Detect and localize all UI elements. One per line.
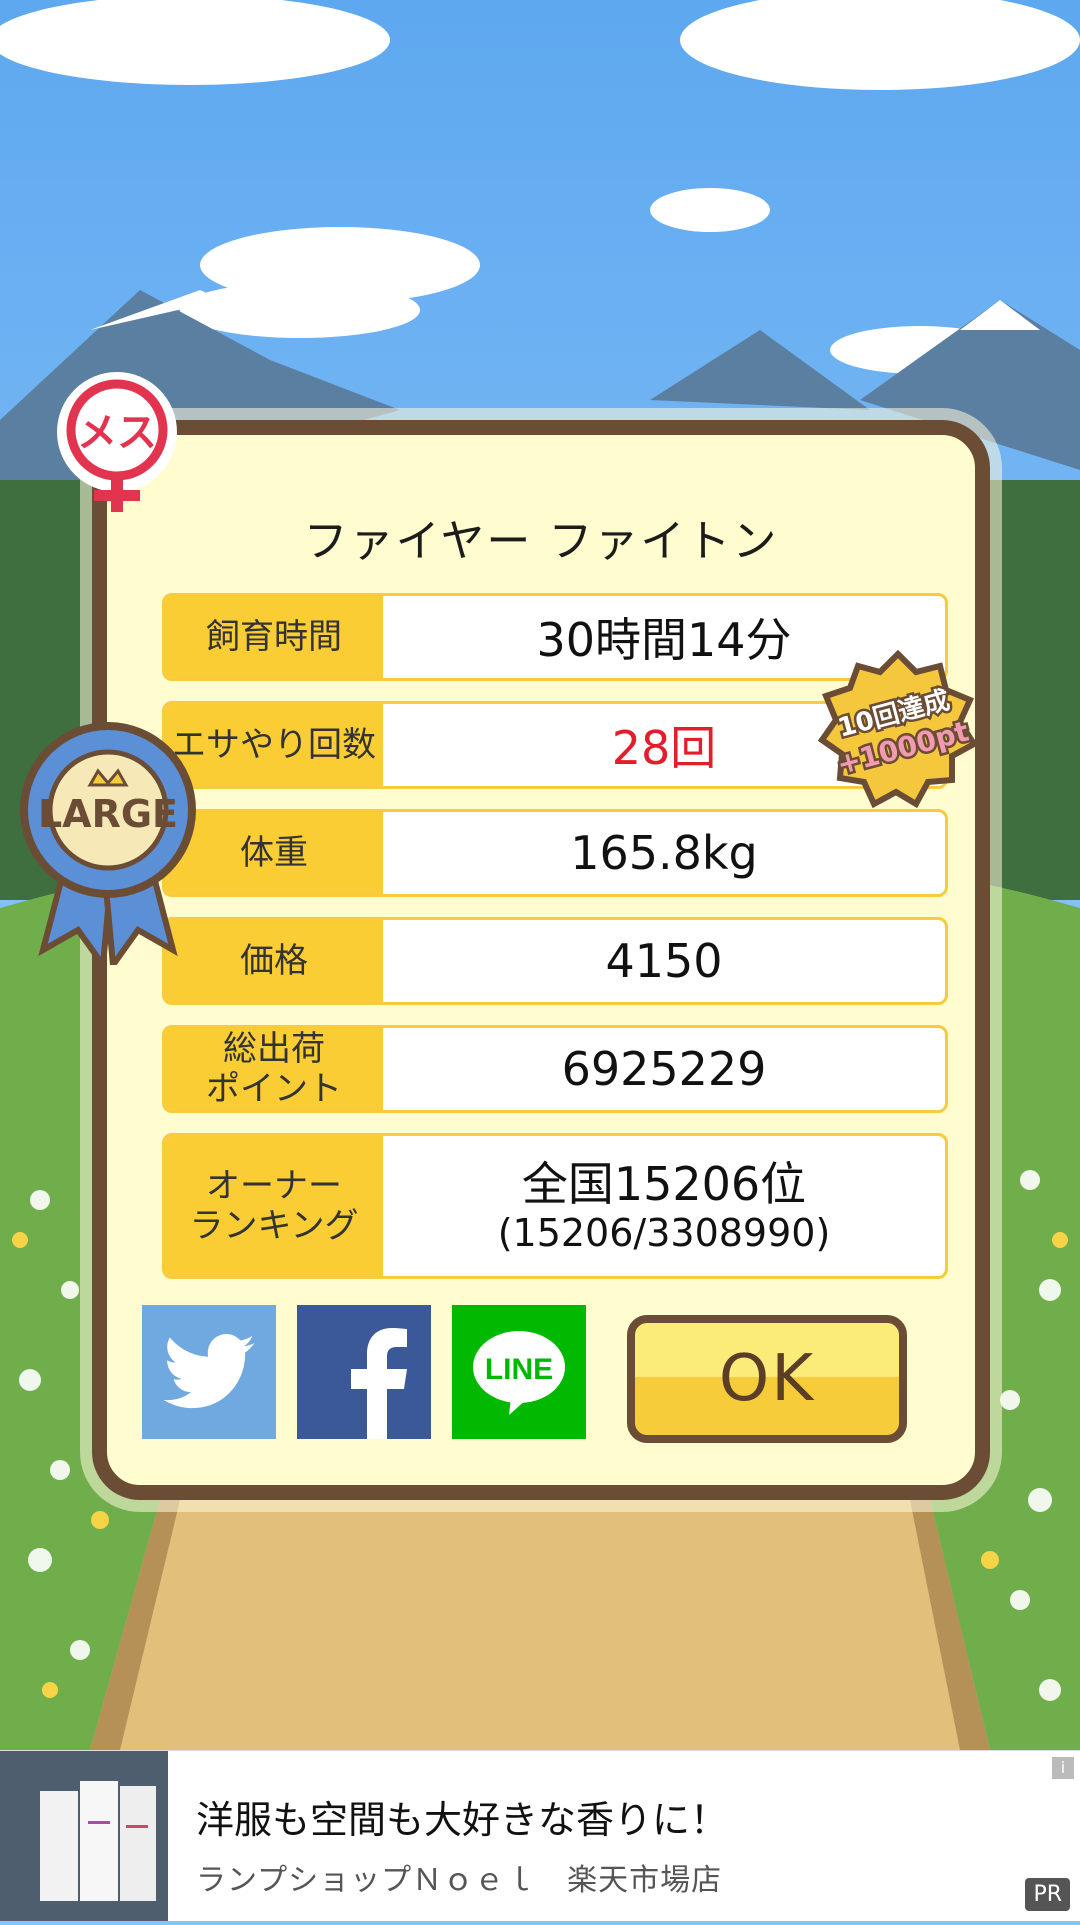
facebook-icon: [351, 1328, 407, 1439]
line-icon: LINE: [473, 1331, 565, 1415]
ranking-sub: (15206/3308990): [497, 1211, 831, 1255]
ranking-main: 全国15206位: [521, 1157, 807, 1211]
bonus-achievement-badge: 10回達成 +1000pt: [817, 649, 979, 810]
stat-label: 飼育時間: [165, 596, 383, 678]
twitter-icon: [163, 1334, 255, 1409]
stat-value: 6925229: [561, 1042, 767, 1096]
stat-row-owner-ranking: オーナー ランキング 全国15206位 (15206/3308990): [162, 1133, 948, 1279]
stat-row-weight: 体重 165.8kg: [162, 809, 948, 897]
ad-info-icon[interactable]: i: [1052, 1757, 1074, 1779]
large-size-ribbon: LARGE: [18, 715, 198, 974]
stat-value: 全国15206位 (15206/3308990): [383, 1136, 945, 1276]
result-dialog: ファイヤー ファイトン 飼育時間 30時間14分 エサやり回数 28回 体重 1…: [92, 420, 990, 1500]
dialog-title: ファイヤー ファイトン: [303, 516, 779, 567]
female-badge: メス: [52, 372, 182, 522]
svg-text:LARGE: LARGE: [38, 792, 178, 836]
stat-value: 165.8kg: [570, 826, 758, 880]
stat-row-total-points: 総出荷 ポイント 6925229: [162, 1025, 948, 1113]
ad-subtitle[interactable]: ランプショップＮｏｅｌ 楽天市場店: [196, 1855, 722, 1899]
ad-title[interactable]: 洋服も空間も大好きな香りに！: [196, 1789, 728, 1844]
stat-value: 4150: [605, 934, 723, 988]
ad-image[interactable]: [0, 1751, 168, 1921]
stat-row-price: 価格 4150: [162, 917, 948, 1005]
svg-text:LINE: LINE: [485, 1353, 553, 1386]
ok-button[interactable]: OK: [627, 1315, 907, 1443]
line-share-button[interactable]: LINE: [452, 1305, 586, 1439]
ad-banner[interactable]: 洋服も空間も大好きな香りに！ ランプショップＮｏｅｌ 楽天市場店 i PR: [0, 1750, 1080, 1921]
stat-label: 総出荷 ポイント: [165, 1028, 383, 1110]
stat-label: オーナー ランキング: [165, 1136, 383, 1276]
svg-text:メス: メス: [77, 410, 157, 456]
twitter-share-button[interactable]: [142, 1305, 276, 1439]
ad-pr-label: PR: [1025, 1878, 1070, 1911]
facebook-share-button[interactable]: [297, 1305, 431, 1439]
